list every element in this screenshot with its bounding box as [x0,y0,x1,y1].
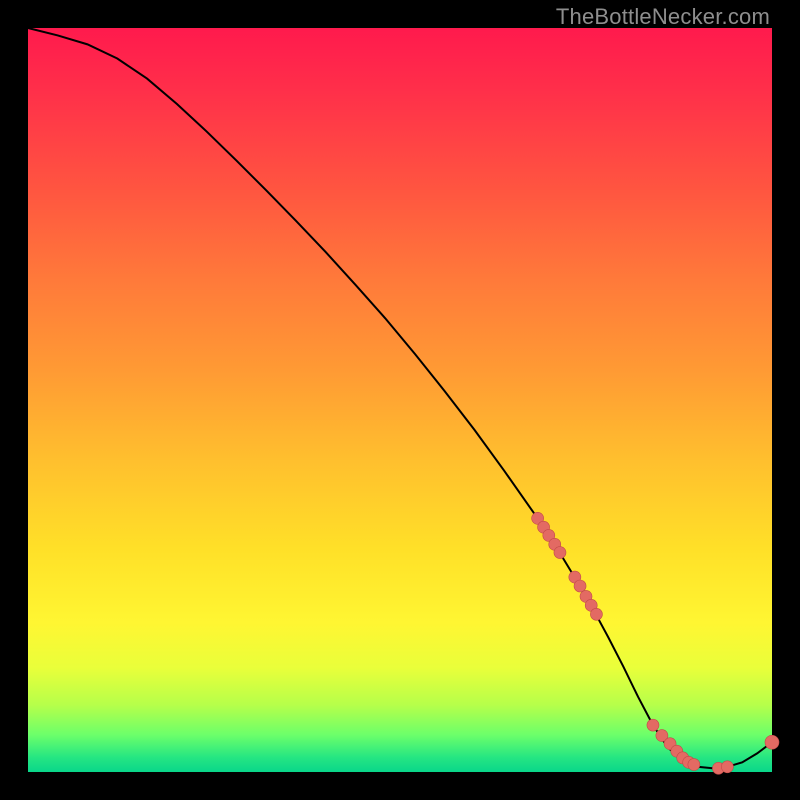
data-point [765,735,779,749]
data-point [688,759,700,771]
data-point [554,547,566,559]
data-point [647,719,659,731]
bottleneck-curve [28,28,772,768]
chart-stage: TheBottleNecker.com [0,0,800,800]
chart-overlay [28,28,772,772]
data-point [590,608,602,620]
data-point [721,761,733,773]
watermark-text: TheBottleNecker.com [556,4,770,30]
data-point [574,580,586,592]
data-markers [532,512,779,774]
